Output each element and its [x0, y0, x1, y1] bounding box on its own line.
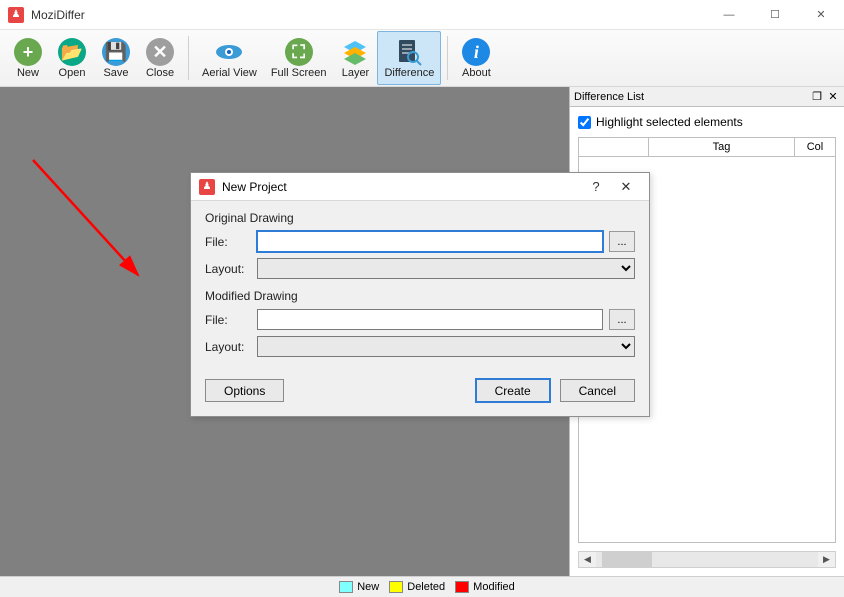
document-search-icon [394, 37, 424, 67]
scroll-right-icon[interactable]: ▶ [818, 552, 835, 567]
file-label: File: [205, 235, 257, 249]
panel-body: Highlight selected elements [570, 107, 844, 137]
minimize-button[interactable]: — [706, 0, 752, 29]
original-drawing-label: Original Drawing [205, 211, 635, 225]
difference-button[interactable]: Difference [377, 31, 441, 85]
layout-label: Layout: [205, 262, 257, 276]
layers-icon [340, 37, 370, 67]
col-tag[interactable]: Tag [649, 138, 795, 156]
legend-new: New [357, 581, 379, 593]
dialog-close-button[interactable]: ✕ [611, 179, 641, 195]
plus-icon: + [13, 37, 43, 67]
layer-label: Layer [342, 67, 370, 79]
file-label-2: File: [205, 313, 257, 327]
original-layout-select[interactable] [257, 258, 635, 279]
layout-label-2: Layout: [205, 340, 257, 354]
close-window-button[interactable]: ✕ [798, 0, 844, 29]
panel-close-icon[interactable]: ✕ [826, 90, 840, 104]
original-file-browse-button[interactable]: ... [609, 231, 635, 252]
folder-open-icon: 📂 [57, 37, 87, 67]
app-icon [8, 7, 24, 23]
save-icon: 💾 [101, 37, 131, 67]
modified-drawing-label: Modified Drawing [205, 289, 635, 303]
swatch-new-icon [339, 581, 353, 593]
dialog-icon [199, 179, 215, 195]
new-label: New [17, 67, 39, 79]
original-drawing-group: Original Drawing File: ... Layout: [205, 211, 635, 279]
col-blank[interactable] [579, 138, 649, 156]
dialog-title: New Project [222, 180, 287, 194]
original-file-row: File: ... [205, 231, 635, 252]
main-toolbar: + New 📂 Open 💾 Save ✕ Close Aerial View … [0, 30, 844, 87]
close-icon: ✕ [145, 37, 175, 67]
aerial-label: Aerial View [202, 67, 257, 79]
save-label: Save [103, 67, 128, 79]
dialog-titlebar: New Project ? ✕ [191, 173, 649, 201]
highlight-label: Highlight selected elements [596, 115, 743, 129]
app-title: MoziDiffer [31, 8, 706, 22]
modified-layout-row: Layout: [205, 336, 635, 357]
dialog-buttons: Options Create Cancel [191, 379, 649, 416]
swatch-modified-icon [455, 581, 469, 593]
panel-header: Difference List ❐ ✕ [570, 87, 844, 107]
about-button[interactable]: i About [454, 31, 498, 85]
eye-icon [214, 37, 244, 67]
maximize-button[interactable]: ☐ [752, 0, 798, 29]
about-label: About [462, 67, 491, 79]
window-titlebar: MoziDiffer — ☐ ✕ [0, 0, 844, 30]
legend-modified: Modified [473, 581, 515, 593]
status-bar: New Deleted Modified [0, 576, 844, 597]
toolbar-separator [188, 36, 189, 80]
new-button[interactable]: + New [6, 31, 50, 85]
fullscreen-label: Full Screen [271, 67, 327, 79]
swatch-deleted-icon [389, 581, 403, 593]
close-button[interactable]: ✕ Close [138, 31, 182, 85]
scroll-thumb[interactable] [602, 552, 652, 567]
panel-dock-icon[interactable]: ❐ [810, 90, 824, 104]
original-layout-row: Layout: [205, 258, 635, 279]
cancel-button[interactable]: Cancel [560, 379, 635, 402]
new-project-dialog: New Project ? ✕ Original Drawing File: .… [190, 172, 650, 417]
highlight-checkbox-row[interactable]: Highlight selected elements [578, 115, 836, 129]
status-legend: New Deleted Modified [6, 581, 838, 593]
toolbar-separator-2 [447, 36, 448, 80]
fullscreen-icon: ⛶ [284, 37, 314, 67]
close-label: Close [146, 67, 174, 79]
dialog-help-button[interactable]: ? [581, 179, 611, 194]
layer-button[interactable]: Layer [333, 31, 377, 85]
modified-file-input[interactable] [257, 309, 603, 330]
highlight-checkbox[interactable] [578, 116, 591, 129]
modified-file-row: File: ... [205, 309, 635, 330]
open-label: Open [59, 67, 86, 79]
open-button[interactable]: 📂 Open [50, 31, 94, 85]
annotation-arrow-icon [28, 155, 168, 305]
scroll-track[interactable] [596, 552, 818, 567]
save-button[interactable]: 💾 Save [94, 31, 138, 85]
horizontal-scrollbar[interactable]: ◀ ▶ [578, 551, 836, 568]
aerial-view-button[interactable]: Aerial View [195, 31, 264, 85]
modified-file-browse-button[interactable]: ... [609, 309, 635, 330]
modified-drawing-group: Modified Drawing File: ... Layout: [205, 289, 635, 357]
col-col[interactable]: Col [795, 138, 835, 156]
info-icon: i [461, 37, 491, 67]
dialog-body: Original Drawing File: ... Layout: Modif… [191, 201, 649, 379]
modified-layout-select[interactable] [257, 336, 635, 357]
scroll-left-icon[interactable]: ◀ [579, 552, 596, 567]
options-button[interactable]: Options [205, 379, 284, 402]
table-header: Tag Col [578, 137, 836, 157]
window-controls: — ☐ ✕ [706, 0, 844, 29]
panel-title: Difference List [574, 91, 644, 103]
create-button[interactable]: Create [476, 379, 550, 402]
legend-deleted: Deleted [407, 581, 445, 593]
original-file-input[interactable] [257, 231, 603, 252]
difference-label: Difference [384, 67, 434, 79]
fullscreen-button[interactable]: ⛶ Full Screen [264, 31, 334, 85]
